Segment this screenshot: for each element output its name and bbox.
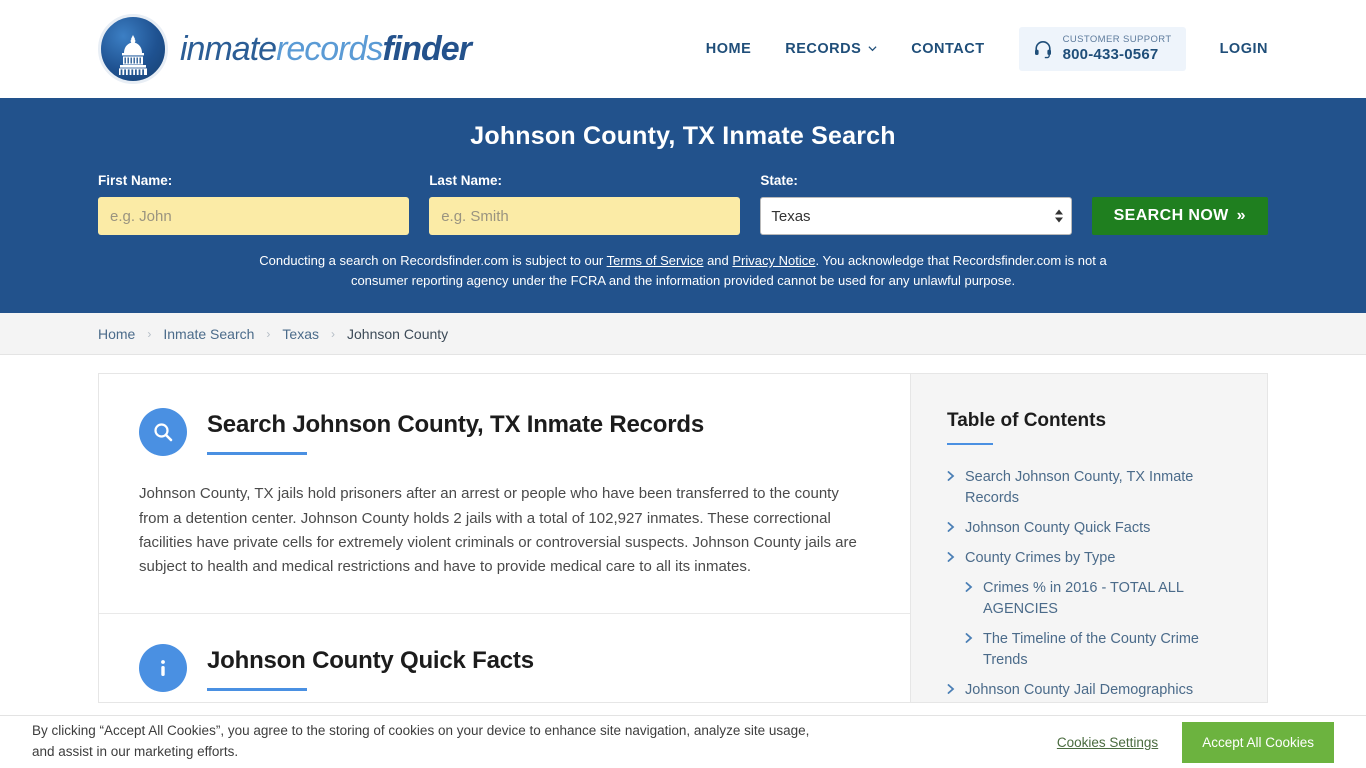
nav-label-home: HOME [705, 40, 752, 57]
chevron-right-icon [965, 633, 973, 644]
toc-label: Crimes % in 2016 - TOTAL ALL AGENCIES [983, 580, 1184, 618]
search-magnifier-icon [139, 408, 187, 457]
nav-item-home[interactable]: HOME [706, 41, 752, 57]
support-phone[interactable]: 800-433-0567 [1063, 46, 1172, 63]
breadcrumb-separator-icon: › [266, 326, 271, 341]
last-name-label: Last Name: [429, 173, 502, 188]
accept-all-cookies-button[interactable]: Accept All Cookies [1182, 721, 1334, 763]
toc-item-crimes-percent-2016[interactable]: Crimes % in 2016 - TOTAL ALL AGENCIES [947, 578, 1237, 620]
cookie-consent-banner: By clicking “Accept All Cookies”, you ag… [0, 715, 1366, 768]
info-circle-icon [139, 644, 187, 693]
breadcrumb-item-inmate-search[interactable]: Inmate Search [163, 326, 254, 342]
toc-title: Table of Contents [947, 410, 1107, 432]
breadcrumb-item-texas[interactable]: Texas [282, 326, 319, 342]
toc-label: Johnson County Quick Facts [965, 520, 1151, 537]
privacy-notice-link[interactable]: Privacy Notice [732, 253, 815, 268]
site-header: inmaterecordsfinder HOME RECORDS CONTACT… [0, 0, 1366, 98]
toc-underline-accent [947, 443, 993, 446]
toc-label: The Timeline of the County Crime Trends [983, 631, 1199, 669]
first-name-input[interactable] [98, 197, 410, 235]
terms-of-service-link[interactable]: Terms of Service [607, 253, 704, 268]
breadcrumb-separator-icon: › [147, 326, 152, 341]
last-name-input[interactable] [429, 197, 741, 235]
state-select[interactable]: Texas [760, 197, 1072, 235]
state-label: State: [760, 173, 798, 188]
toc-label: Johnson County Jail Demographics [965, 682, 1194, 699]
chevron-right-icon [947, 684, 955, 695]
toc-label: Search Johnson County, TX Inmate Records [965, 469, 1194, 507]
capitol-dome-icon [98, 14, 168, 84]
table-of-contents-sidebar: Table of Contents Search Johnson County,… [910, 373, 1268, 704]
toc-item-crime-trends-timeline[interactable]: The Timeline of the County Crime Trends [947, 629, 1237, 671]
search-now-button[interactable]: SEARCH NOW » [1091, 197, 1268, 235]
site-logo[interactable]: inmaterecordsfinder [98, 14, 472, 84]
breadcrumb: Home › Inmate Search › Texas › Johnson C… [98, 326, 448, 342]
headset-icon [1034, 40, 1051, 59]
state-selected-value: Texas [771, 207, 811, 225]
brand-part-records: records [276, 29, 383, 68]
breadcrumb-item-current: Johnson County [347, 325, 449, 342]
last-name-field-group: Last Name: [429, 173, 741, 235]
support-label: CUSTOMER SUPPORT [1062, 33, 1172, 45]
disclaimer-part-2: and [703, 253, 733, 268]
state-field-group: State: Texas [760, 173, 1072, 235]
toc-list: Search Johnson County, TX Inmate Records… [947, 467, 1237, 701]
brand-wordmark: inmaterecordsfinder [180, 29, 472, 69]
section-body-search-records: Johnson County, TX jails hold prisoners … [139, 485, 857, 576]
brand-part-inmate: inmate [180, 29, 277, 68]
toc-item-search-records[interactable]: Search Johnson County, TX Inmate Records [947, 467, 1237, 509]
main-content-column: Search Johnson County, TX Inmate Records… [98, 373, 910, 728]
nav-item-contact[interactable]: CONTACT [911, 41, 984, 57]
disclaimer-part-1: Conducting a search on Recordsfinder.com… [259, 253, 607, 268]
main-navigation: HOME RECORDS CONTACT CUSTOMER SUPPORT 80… [706, 26, 1268, 72]
cookie-banner-text: By clicking “Accept All Cookies”, you ag… [32, 723, 810, 759]
nav-item-login[interactable]: LOGIN [1220, 41, 1268, 57]
content-area: Search Johnson County, TX Inmate Records… [0, 373, 1366, 728]
chevron-right-icon [947, 522, 955, 533]
cookies-settings-link[interactable]: Cookies Settings [1057, 735, 1158, 750]
section-quick-facts: Johnson County Quick Facts [99, 614, 910, 728]
toc-label: County Crimes by Type [965, 550, 1116, 567]
breadcrumb-bar: Home › Inmate Search › Texas › Johnson C… [0, 313, 1366, 356]
title-underline-accent [207, 452, 307, 456]
toc-item-jail-demographics[interactable]: Johnson County Jail Demographics [947, 680, 1237, 701]
first-name-field-group: First Name: [98, 173, 410, 235]
chevron-right-icon [965, 582, 973, 593]
customer-support-badge[interactable]: CUSTOMER SUPPORT 800-433-0567 [1018, 26, 1186, 72]
hero-search-section: Johnson County, TX Inmate Search First N… [0, 98, 1366, 314]
chevron-down-icon [868, 46, 877, 52]
nav-label-records: RECORDS [785, 40, 862, 57]
search-now-label: SEARCH NOW [1113, 207, 1229, 224]
chevron-right-icon [947, 552, 955, 563]
cookie-banner-actions: Cookies Settings Accept All Cookies [1057, 721, 1334, 763]
brand-part-finder: finder [382, 29, 471, 68]
inmate-search-form: First Name: Last Name: State: Texas SEAR… [98, 173, 1268, 235]
chevron-right-icon [947, 471, 955, 482]
search-disclaimer: Conducting a search on Recordsfinder.com… [253, 251, 1113, 291]
page-title: Johnson County, TX Inmate Search [470, 122, 896, 150]
double-chevron-right-icon: » [1236, 207, 1246, 224]
toc-item-county-crimes-by-type[interactable]: County Crimes by Type [947, 548, 1237, 569]
nav-label-contact: CONTACT [911, 40, 985, 57]
section-title-search-records: Search Johnson County, TX Inmate Records [207, 411, 704, 439]
first-name-label: First Name: [98, 173, 173, 188]
nav-label-login: LOGIN [1219, 40, 1268, 57]
breadcrumb-separator-icon: › [331, 326, 335, 341]
breadcrumb-item-home[interactable]: Home [98, 326, 135, 342]
title-underline-accent [207, 688, 307, 692]
section-search-records: Search Johnson County, TX Inmate Records… [99, 374, 910, 615]
toc-item-quick-facts[interactable]: Johnson County Quick Facts [947, 518, 1237, 539]
section-title-quick-facts: Johnson County Quick Facts [207, 647, 534, 675]
nav-item-records[interactable]: RECORDS [785, 41, 877, 57]
